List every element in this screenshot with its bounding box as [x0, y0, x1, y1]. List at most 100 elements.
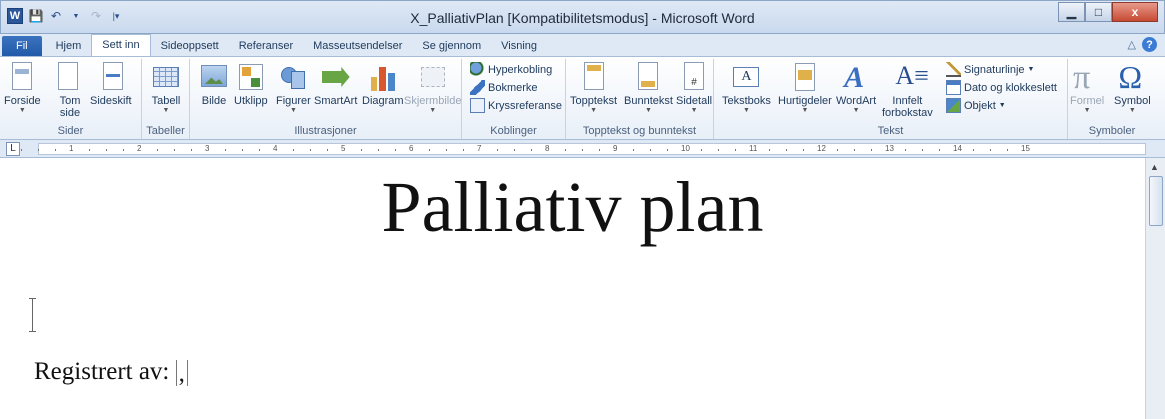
quick-parts-button[interactable]: Hurtigdeler ▼	[778, 61, 832, 115]
minimize-ribbon-icon[interactable]: △	[1128, 38, 1136, 51]
horizontal-ruler[interactable]: L 1 2 3 4 5 6 7 8 9 10 11 12 13 14 15	[0, 140, 1165, 158]
ribbon-tabs: Fil Hjem Sett inn Sideoppsett Referanser…	[0, 34, 1165, 56]
ruler-tick	[55, 149, 56, 151]
ruler-strip[interactable]: 1 2 3 4 5 6 7 8 9 10 11 12 13 14 15	[21, 143, 1146, 155]
signature-line-button[interactable]: Signaturlinje ▼	[946, 61, 1034, 78]
wordart-icon: A	[844, 61, 865, 94]
omega-icon: Ω	[1118, 59, 1143, 95]
wordart-button[interactable]: A WordArt ▼	[836, 61, 876, 115]
page-break-icon	[95, 61, 127, 93]
header-button[interactable]: Topptekst ▼	[570, 61, 617, 115]
tab-page-layout[interactable]: Sideoppsett	[151, 36, 229, 56]
blank-page-button[interactable]: Tom side	[54, 61, 86, 119]
registered-label: Registrert av:	[34, 358, 170, 385]
calendar-icon	[946, 80, 961, 95]
symbol-button[interactable]: Ω Symbol ▼	[1114, 59, 1151, 115]
ruler-tick	[803, 149, 804, 151]
ruler-tick	[769, 149, 770, 151]
ruler-tick	[973, 149, 974, 151]
ruler-number: 2	[137, 144, 142, 153]
scroll-thumb[interactable]	[1149, 176, 1163, 226]
table-button[interactable]: Tabell ▼	[150, 61, 182, 115]
ruler-number: 1	[69, 144, 74, 153]
ruler-tick	[242, 149, 243, 151]
date-time-button[interactable]: Dato og klokkeslett	[946, 79, 1057, 96]
text-cursor-icon	[29, 298, 36, 332]
object-button[interactable]: Objekt ▼	[946, 97, 1006, 114]
group-header-footer: Topptekst ▼ Bunntekst ▼ # Sidetall ▼ Top…	[566, 59, 714, 139]
dropcap-button[interactable]: A≡ Innfelt forbokstav	[882, 61, 933, 119]
ruler-tick	[21, 149, 22, 151]
tab-view[interactable]: Visning	[491, 36, 547, 56]
footer-icon	[632, 61, 664, 93]
textbox-button[interactable]: A Tekstboks ▼	[722, 61, 771, 115]
chart-icon	[367, 61, 399, 93]
ruler-tick	[429, 149, 430, 151]
chevron-down-icon: ▼	[998, 102, 1006, 109]
tab-home[interactable]: Hjem	[46, 36, 92, 56]
title-bar: W 💾 ↶ ▼ ↷ |▾ X_PalliativPlan [Kompatibil…	[0, 0, 1165, 34]
tab-file[interactable]: Fil	[2, 36, 42, 56]
ruler-tick	[905, 149, 906, 151]
chart-button[interactable]: Diagram	[362, 61, 404, 107]
screenshot-icon	[417, 61, 449, 93]
blank-page-icon	[54, 61, 86, 93]
screenshot-button[interactable]: Skjermbilde ▼	[404, 61, 461, 115]
group-pages: Forside ▼ Tom side Sideskift Sider	[0, 59, 142, 139]
ruler-tick	[259, 149, 260, 151]
equation-button[interactable]: π Formel ▼	[1070, 59, 1104, 115]
smartart-icon	[320, 61, 352, 93]
ruler-tick	[531, 149, 532, 151]
ruler-tick	[361, 149, 362, 151]
document-page[interactable]: Palliativ plan Registrert av: ,	[0, 158, 1145, 419]
ruler-number: 6	[409, 144, 414, 153]
page-number-button[interactable]: # Sidetall ▼	[676, 61, 712, 115]
ruler-number: 15	[1021, 144, 1030, 153]
smartart-button[interactable]: SmartArt	[314, 61, 357, 107]
tab-selector[interactable]: L	[6, 142, 20, 156]
hyperlink-icon	[470, 62, 485, 77]
ruler-tick	[650, 149, 651, 151]
minimize-button[interactable]: ▁	[1058, 2, 1085, 22]
ruler-tick	[990, 149, 991, 151]
cross-reference-button[interactable]: Kryssreferanse	[470, 97, 562, 114]
chevron-down-icon: ▼	[1027, 66, 1035, 73]
tab-references[interactable]: Referanser	[229, 36, 303, 56]
ruler-tick	[378, 149, 379, 151]
ruler-tick	[1007, 149, 1008, 151]
vertical-scrollbar[interactable]: ▲	[1145, 158, 1165, 419]
ruler-tick	[395, 149, 396, 151]
registered-field[interactable]: ,	[175, 360, 188, 387]
page-break-button[interactable]: Sideskift	[90, 61, 132, 107]
dropcap-icon: A≡	[895, 61, 929, 90]
bookmark-button[interactable]: Bokmerke	[470, 79, 538, 96]
ruler-tick	[786, 149, 787, 151]
picture-button[interactable]: Bilde	[198, 61, 230, 107]
footer-button[interactable]: Bunntekst ▼	[624, 61, 673, 115]
bookmark-icon	[470, 80, 485, 95]
group-illustrations: Bilde Utklipp Figurer ▼ SmartArt Diagram…	[190, 59, 462, 139]
cover-page-button[interactable]: Forside ▼	[4, 61, 41, 115]
group-label-symbols: Symboler	[1088, 125, 1136, 137]
group-label-text: Tekst	[877, 125, 904, 137]
document-title[interactable]: Palliativ plan	[0, 166, 1145, 249]
scroll-up-icon[interactable]: ▲	[1150, 162, 1159, 172]
maximize-button[interactable]: □	[1085, 2, 1112, 22]
ruler-tick	[633, 149, 634, 151]
help-icon[interactable]: ?	[1142, 37, 1157, 52]
close-button[interactable]: x	[1112, 2, 1158, 22]
hyperlink-button[interactable]: Hyperkobling	[470, 61, 552, 78]
tab-insert[interactable]: Sett inn	[91, 34, 151, 56]
shapes-button[interactable]: Figurer ▼	[276, 61, 311, 115]
ruler-tick	[89, 149, 90, 151]
header-icon	[578, 61, 610, 93]
ruler-number: 11	[749, 144, 758, 153]
table-icon	[150, 61, 182, 93]
tab-mailings[interactable]: Masseutsendelser	[303, 36, 412, 56]
window-title: X_PalliativPlan [Kompatibilitetsmodus] -…	[410, 10, 755, 26]
clipart-button[interactable]: Utklipp	[234, 61, 268, 107]
registered-by-line[interactable]: Registrert av: ,	[34, 358, 188, 387]
ruler-tick	[38, 149, 39, 151]
tab-review[interactable]: Se gjennom	[412, 36, 491, 56]
ruler-tick	[225, 149, 226, 151]
